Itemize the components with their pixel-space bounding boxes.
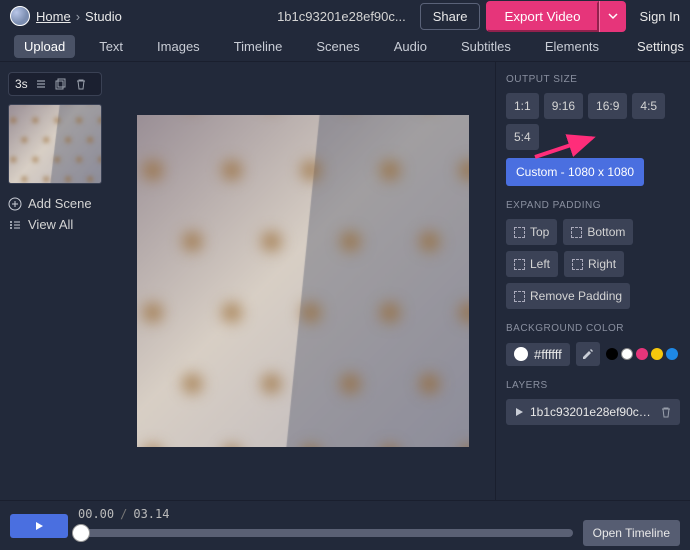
eyedropper-icon xyxy=(582,348,594,360)
timeline-track[interactable] xyxy=(78,529,573,537)
sign-in-link[interactable]: Sign In xyxy=(640,9,680,24)
share-button[interactable]: Share xyxy=(420,3,481,30)
add-scene-label: Add Scene xyxy=(28,196,92,211)
scene-toolbar: 3s xyxy=(8,72,102,96)
list-icon[interactable] xyxy=(34,78,48,90)
padding-left-button[interactable]: Left xyxy=(506,251,558,277)
project-name: 1b1c93201e28ef90c... xyxy=(277,9,406,24)
layer-name: 1b1c93201e28ef90cac... xyxy=(530,405,654,419)
preset-white[interactable] xyxy=(621,348,633,360)
play-icon xyxy=(34,521,44,531)
menu-images[interactable]: Images xyxy=(147,35,210,58)
padding-top-button[interactable]: Top xyxy=(506,219,557,245)
copy-icon[interactable] xyxy=(54,78,68,90)
view-all-label: View All xyxy=(28,217,73,232)
trash-icon[interactable] xyxy=(74,78,88,90)
scene-thumbnail[interactable] xyxy=(8,104,102,184)
dashed-box-icon xyxy=(514,259,525,270)
timeline-handle[interactable] xyxy=(72,524,90,542)
app-logo[interactable] xyxy=(10,6,30,26)
menu-subtitles[interactable]: Subtitles xyxy=(451,35,521,58)
background-color-label: BACKGROUND COLOR xyxy=(506,323,680,334)
ratio-9-16[interactable]: 9:16 xyxy=(544,93,583,119)
preview-canvas[interactable] xyxy=(137,115,469,447)
menu-elements[interactable]: Elements xyxy=(535,35,609,58)
dashed-box-icon xyxy=(572,259,583,270)
menu-audio[interactable]: Audio xyxy=(384,35,437,58)
remove-padding-button[interactable]: Remove Padding xyxy=(506,283,630,309)
play-triangle-icon xyxy=(514,407,524,417)
eyedropper-button[interactable] xyxy=(576,342,600,366)
ratio-1-1[interactable]: 1:1 xyxy=(506,93,539,119)
custom-size-button[interactable]: Custom - 1080 x 1080 xyxy=(506,158,644,186)
dashed-box-icon xyxy=(514,291,525,302)
padding-bottom-button[interactable]: Bottom xyxy=(563,219,633,245)
chevron-right-icon: › xyxy=(76,9,80,24)
padding-right-button[interactable]: Right xyxy=(564,251,624,277)
ratio-4-5[interactable]: 4:5 xyxy=(632,93,665,119)
plus-circle-icon xyxy=(8,197,22,211)
layer-item[interactable]: 1b1c93201e28ef90cac... xyxy=(506,399,680,425)
preset-blue[interactable] xyxy=(666,348,678,360)
view-all-button[interactable]: View All xyxy=(8,217,102,232)
scene-duration[interactable]: 3s xyxy=(15,77,28,91)
breadcrumb-current: Studio xyxy=(85,9,122,24)
add-scene-button[interactable]: Add Scene xyxy=(8,196,102,211)
current-time: 00.00 xyxy=(78,507,114,521)
dashed-box-icon xyxy=(514,227,525,238)
play-button[interactable] xyxy=(10,514,68,538)
dashed-box-icon xyxy=(571,227,582,238)
menu-scenes[interactable]: Scenes xyxy=(306,35,369,58)
preset-yellow[interactable] xyxy=(651,348,663,360)
main-menu: Upload Text Images Timeline Scenes Audio… xyxy=(0,32,690,62)
menu-timeline[interactable]: Timeline xyxy=(224,35,293,58)
expand-padding-label: EXPAND PADDING xyxy=(506,200,680,211)
trash-icon[interactable] xyxy=(660,406,672,418)
time-display: 00.00 / 03.14 xyxy=(78,507,169,521)
chevron-down-icon xyxy=(608,11,618,21)
menu-text[interactable]: Text xyxy=(89,35,133,58)
menu-upload[interactable]: Upload xyxy=(14,35,75,58)
color-swatch xyxy=(514,347,528,361)
output-size-label: OUTPUT SIZE xyxy=(506,74,680,85)
preset-colors xyxy=(606,348,678,360)
ratio-16-9[interactable]: 16:9 xyxy=(588,93,627,119)
list-bullets-icon xyxy=(8,218,22,232)
breadcrumb: Home › Studio xyxy=(36,9,122,24)
background-color-input[interactable]: #ffffff xyxy=(506,343,570,366)
preset-pink[interactable] xyxy=(636,348,648,360)
color-hex-value: #ffffff xyxy=(534,347,562,362)
export-video-button[interactable]: Export Video xyxy=(486,1,598,32)
layers-label: LAYERS xyxy=(506,380,680,391)
settings-link[interactable]: Settings xyxy=(637,39,684,54)
export-dropdown-button[interactable] xyxy=(599,1,626,32)
ratio-5-4[interactable]: 5:4 xyxy=(506,124,539,150)
breadcrumb-home[interactable]: Home xyxy=(36,9,71,24)
open-timeline-button[interactable]: Open Timeline xyxy=(583,520,680,546)
total-time: 03.14 xyxy=(133,507,169,521)
preset-black[interactable] xyxy=(606,348,618,360)
